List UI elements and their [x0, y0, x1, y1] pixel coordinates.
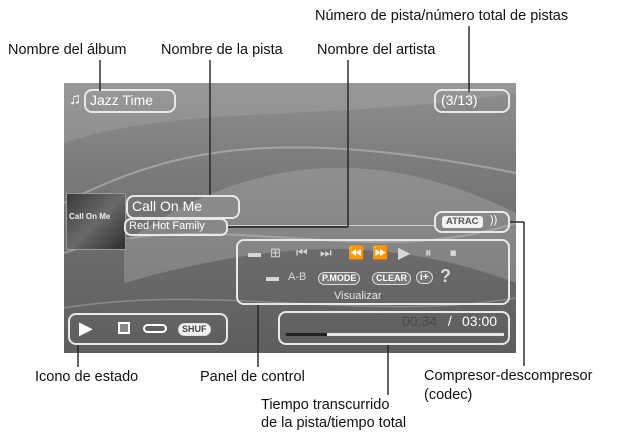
leader-lines	[77, 26, 525, 395]
